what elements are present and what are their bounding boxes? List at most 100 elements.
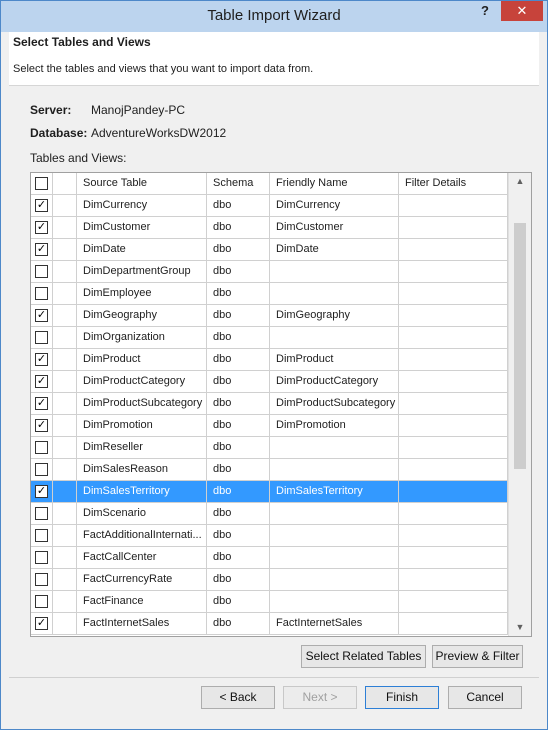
row-checkbox[interactable]: ✓ — [35, 419, 48, 432]
friendly-name-cell[interactable] — [270, 283, 399, 304]
filter-details-cell[interactable] — [399, 327, 508, 348]
table-row[interactable]: FactAdditionalInternati... dbo — [31, 525, 508, 547]
table-row[interactable]: ✓ DimDate dbo DimDate — [31, 239, 508, 261]
row-checkbox[interactable] — [35, 573, 48, 586]
row-checkbox[interactable] — [35, 595, 48, 608]
friendly-name-cell[interactable]: DimGeography — [270, 305, 399, 326]
close-button[interactable]: ✕ — [501, 1, 543, 21]
table-row[interactable]: ✓ DimProduct dbo DimProduct — [31, 349, 508, 371]
friendly-name-cell[interactable]: DimPromotion — [270, 415, 399, 436]
table-row[interactable]: ✓ DimCustomer dbo DimCustomer — [31, 217, 508, 239]
preview-filter-button[interactable]: Preview & Filter — [432, 645, 523, 668]
filter-details-cell[interactable] — [399, 239, 508, 260]
table-row[interactable]: FactFinance dbo — [31, 591, 508, 613]
filter-details-cell[interactable] — [399, 349, 508, 370]
friendly-name-cell[interactable]: DimProductCategory — [270, 371, 399, 392]
finish-button[interactable]: Finish — [365, 686, 439, 709]
row-checkbox[interactable]: ✓ — [35, 485, 48, 498]
table-row[interactable]: DimReseller dbo — [31, 437, 508, 459]
row-checkbox[interactable]: ✓ — [35, 221, 48, 234]
column-header-schema[interactable]: Schema — [207, 173, 270, 194]
row-checkbox[interactable]: ✓ — [35, 375, 48, 388]
filter-details-cell[interactable] — [399, 195, 508, 216]
filter-details-cell[interactable] — [399, 591, 508, 612]
friendly-name-cell[interactable] — [270, 547, 399, 568]
scroll-down-icon[interactable]: ▼ — [515, 622, 525, 632]
friendly-name-cell[interactable]: DimProductSubcategory — [270, 393, 399, 414]
select-related-tables-button[interactable]: Select Related Tables — [301, 645, 426, 668]
tables-grid[interactable]: Source Table Schema Friendly Name Filter… — [30, 172, 532, 637]
friendly-name-cell[interactable] — [270, 261, 399, 282]
filter-details-cell[interactable] — [399, 569, 508, 590]
table-row[interactable]: ✓ DimProductSubcategory dbo DimProductSubca… — [31, 393, 508, 415]
column-header-source-table[interactable]: Source Table — [77, 173, 207, 194]
friendly-name-cell[interactable]: FactInternetSales — [270, 613, 399, 634]
row-checkbox[interactable] — [35, 287, 48, 300]
column-header-friendly-name[interactable]: Friendly Name — [270, 173, 399, 194]
column-header-filter-details[interactable]: Filter Details — [399, 173, 508, 194]
row-checkbox[interactable]: ✓ — [35, 353, 48, 366]
friendly-name-cell[interactable] — [270, 327, 399, 348]
friendly-name-cell[interactable] — [270, 525, 399, 546]
next-button[interactable]: Next > — [283, 686, 357, 709]
scroll-thumb[interactable] — [514, 223, 526, 469]
table-row[interactable]: ✓ DimSalesTerritory dbo DimSalesTerritory — [31, 481, 508, 503]
table-row[interactable]: DimOrganization dbo — [31, 327, 508, 349]
back-button[interactable]: < Back — [201, 686, 275, 709]
friendly-name-cell[interactable] — [270, 437, 399, 458]
table-row[interactable]: FactCurrencyRate dbo — [31, 569, 508, 591]
friendly-name-cell[interactable] — [270, 569, 399, 590]
table-row[interactable]: DimScenario dbo — [31, 503, 508, 525]
row-checkbox[interactable] — [35, 331, 48, 344]
select-all-checkbox[interactable] — [35, 177, 48, 190]
friendly-name-cell[interactable] — [270, 503, 399, 524]
filter-details-cell[interactable] — [399, 481, 508, 502]
friendly-name-cell[interactable] — [270, 459, 399, 480]
row-checkbox[interactable]: ✓ — [35, 309, 48, 322]
friendly-name-cell[interactable]: DimDate — [270, 239, 399, 260]
filter-details-cell[interactable] — [399, 371, 508, 392]
row-checkbox[interactable] — [35, 529, 48, 542]
row-checkbox[interactable]: ✓ — [35, 397, 48, 410]
schema-cell: dbo — [207, 327, 270, 348]
row-checkbox[interactable] — [35, 507, 48, 520]
filter-details-cell[interactable] — [399, 393, 508, 414]
filter-details-cell[interactable] — [399, 305, 508, 326]
table-row[interactable]: DimSalesReason dbo — [31, 459, 508, 481]
vertical-scrollbar[interactable]: ▲ ▼ — [508, 173, 531, 636]
table-row[interactable]: ✓ DimPromotion dbo DimPromotion — [31, 415, 508, 437]
row-checkbox[interactable]: ✓ — [35, 243, 48, 256]
row-checkbox[interactable]: ✓ — [35, 617, 48, 630]
help-button[interactable]: ? — [473, 3, 497, 23]
filter-details-cell[interactable] — [399, 547, 508, 568]
table-row[interactable]: ✓ FactInternetSales dbo FactInternetSales — [31, 613, 508, 635]
row-checkbox[interactable]: ✓ — [35, 199, 48, 212]
table-row[interactable]: ✓ DimProductCategory dbo DimProductCategory — [31, 371, 508, 393]
filter-details-cell[interactable] — [399, 261, 508, 282]
row-checkbox[interactable] — [35, 265, 48, 278]
scroll-up-icon[interactable]: ▲ — [515, 176, 525, 186]
filter-details-cell[interactable] — [399, 437, 508, 458]
table-row[interactable]: DimDepartmentGroup dbo — [31, 261, 508, 283]
filter-details-cell[interactable] — [399, 459, 508, 480]
row-checkbox[interactable] — [35, 441, 48, 454]
table-row[interactable]: ✓ DimCurrency dbo DimCurrency — [31, 195, 508, 217]
row-checkbox[interactable] — [35, 463, 48, 476]
friendly-name-cell[interactable] — [270, 591, 399, 612]
table-row[interactable]: ✓ DimGeography dbo DimGeography — [31, 305, 508, 327]
icon-cell — [53, 217, 77, 238]
table-row[interactable]: DimEmployee dbo — [31, 283, 508, 305]
filter-details-cell[interactable] — [399, 283, 508, 304]
filter-details-cell[interactable] — [399, 415, 508, 436]
friendly-name-cell[interactable]: DimSalesTerritory — [270, 481, 399, 502]
friendly-name-cell[interactable]: DimCustomer — [270, 217, 399, 238]
cancel-button[interactable]: Cancel — [448, 686, 522, 709]
filter-details-cell[interactable] — [399, 525, 508, 546]
filter-details-cell[interactable] — [399, 217, 508, 238]
filter-details-cell[interactable] — [399, 503, 508, 524]
table-row[interactable]: FactCallCenter dbo — [31, 547, 508, 569]
friendly-name-cell[interactable]: DimCurrency — [270, 195, 399, 216]
row-checkbox[interactable] — [35, 551, 48, 564]
friendly-name-cell[interactable]: DimProduct — [270, 349, 399, 370]
filter-details-cell[interactable] — [399, 613, 508, 634]
